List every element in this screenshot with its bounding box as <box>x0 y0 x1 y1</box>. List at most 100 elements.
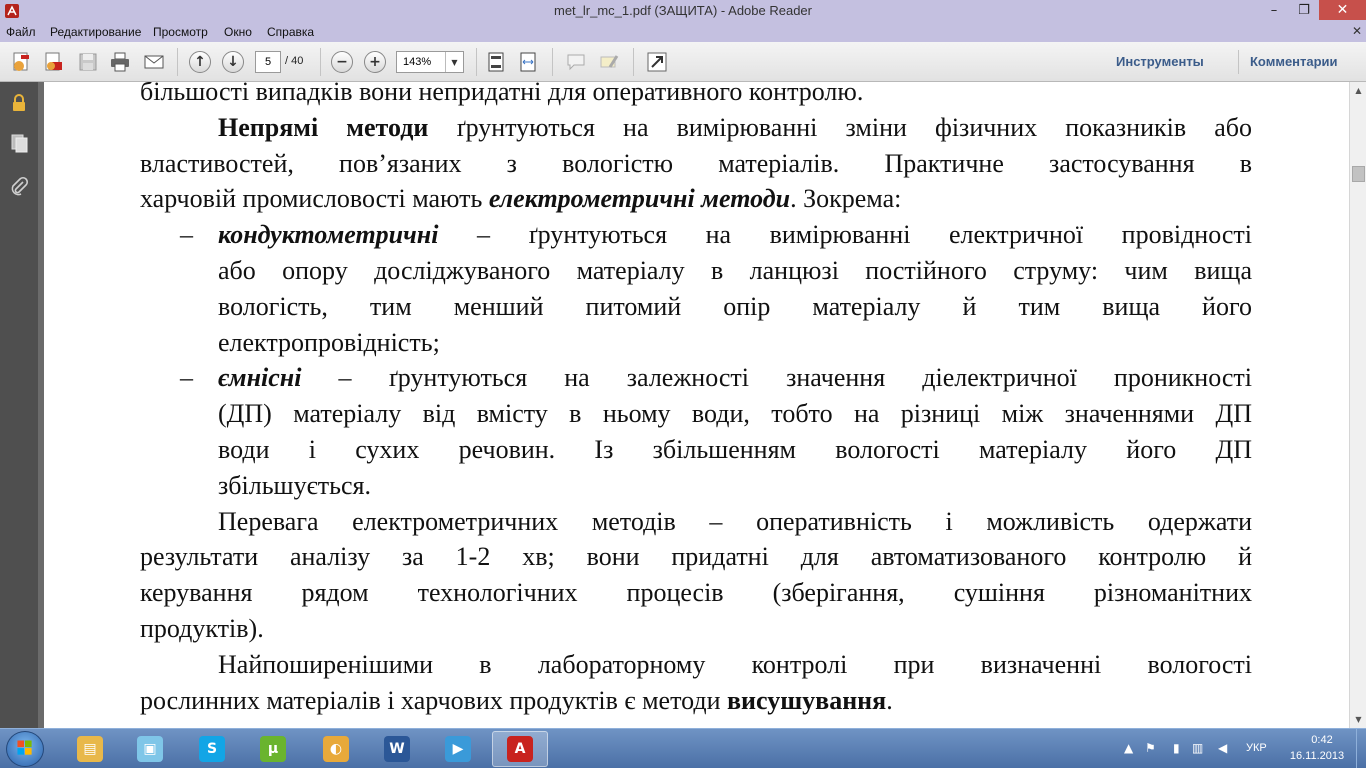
text-run: рослинних матеріалів і харчових продукті… <box>140 685 727 715</box>
word-icon: W <box>384 736 410 762</box>
input-language-indicator[interactable]: УКР <box>1246 742 1267 754</box>
page-number-input[interactable] <box>255 51 281 73</box>
title-bar: met_lr_mc_1.pdf (ЗАЩИТА) - Adobe Reader … <box>0 0 1366 22</box>
menu-window[interactable]: Окно <box>224 25 252 39</box>
text-run: харчовій промисловості мають <box>140 184 489 214</box>
save-icon <box>79 53 97 71</box>
text-run: властивостей, пов’язаних з вологістю мат… <box>140 148 1252 178</box>
media-app-icon: ◐ <box>323 736 349 762</box>
text-run: результати аналізу за 1-2 хв; вони прида… <box>140 542 1252 572</box>
volume-icon[interactable]: ◀ <box>1218 741 1227 755</box>
save-button[interactable] <box>76 50 100 74</box>
close-window-button[interactable]: ✕ <box>1319 0 1366 20</box>
text-run: Непрямі методи <box>218 112 429 142</box>
highlight-button[interactable] <box>597 50 621 74</box>
page-thumbnails-icon[interactable] <box>8 132 30 154</box>
previous-page-button[interactable]: ↑ <box>188 50 212 74</box>
text-run: – ґрунтуються на вимірюванні електричної… <box>438 220 1252 250</box>
sticky-note-button[interactable] <box>564 50 588 74</box>
vertical-scrollbar[interactable]: ▲ ▼ <box>1349 82 1366 728</box>
document-text-line: продуктів). <box>140 611 264 646</box>
menu-bar: Файл Редактирование Просмотр Окно Справк… <box>0 22 1366 42</box>
taskbar-app-skype[interactable]: S <box>184 731 240 767</box>
show-hidden-icons-icon[interactable]: ▲ <box>1124 741 1133 755</box>
clock-date[interactable]: 16.11.2013 <box>1288 750 1346 762</box>
navigation-pane <box>0 82 38 728</box>
email-button[interactable] <box>142 50 166 74</box>
document-text-line: рослинних матеріалів і харчових продукті… <box>140 683 893 718</box>
text-run: . Зокрема: <box>790 184 902 214</box>
create-pdf-icon <box>13 52 29 71</box>
taskbar-app-media-app[interactable]: ◐ <box>308 731 364 767</box>
toolbar-separator <box>1238 50 1239 74</box>
toolbar-separator <box>633 48 634 76</box>
toolbar-separator <box>476 48 477 76</box>
image-viewer-icon: ▣ <box>137 736 163 762</box>
toolbar-separator <box>320 48 321 76</box>
text-run: керування рядом технологічних процесів (… <box>140 578 1252 608</box>
taskbar-app-video-player[interactable]: ▶ <box>430 731 486 767</box>
fit-page-button[interactable] <box>484 50 508 74</box>
document-text-line: Непрямі методи ґрунтуються на вимірюванн… <box>218 110 1252 145</box>
battery-icon[interactable]: ▮ <box>1173 741 1180 755</box>
print-button[interactable] <box>108 50 132 74</box>
text-run: (ДП) матеріалу від вмісту в ньому води, … <box>218 399 1252 429</box>
windows-logo-icon <box>17 740 32 755</box>
maximize-button[interactable]: ❐ <box>1290 0 1318 20</box>
comment-icon <box>567 54 585 71</box>
adobe-reader-icon: A <box>507 736 533 762</box>
lock-icon[interactable] <box>8 92 30 114</box>
emphasis-text: електрометричні методи <box>488 184 791 214</box>
network-icon[interactable]: ▥ <box>1192 741 1203 755</box>
document-view[interactable]: більшості випадків вони непридатні для о… <box>44 82 1349 728</box>
text-run: продуктів). <box>140 614 264 643</box>
taskbar-app-utorrent[interactable]: µ <box>245 731 301 767</box>
envelope-icon <box>144 55 164 69</box>
taskbar-app-file-explorer[interactable]: ▤ <box>62 731 118 767</box>
clock-time[interactable]: 0:42 <box>1300 734 1344 746</box>
show-desktop-button[interactable] <box>1356 729 1366 768</box>
bullet-dash: – <box>180 363 193 393</box>
scroll-up-arrow-icon[interactable]: ▲ <box>1350 82 1366 99</box>
menu-file[interactable]: Файл <box>6 25 36 39</box>
taskbar-app-word[interactable]: W <box>369 731 425 767</box>
action-center-flag-icon[interactable]: ⚑ <box>1145 741 1156 755</box>
attachments-icon[interactable] <box>8 176 30 198</box>
text-run: вологість, тим менший питомий опір матер… <box>218 291 1252 321</box>
fit-width-button[interactable] <box>516 50 540 74</box>
taskbar-app-adobe-reader[interactable]: A <box>492 731 548 767</box>
full-screen-button[interactable] <box>645 50 669 74</box>
menu-help[interactable]: Справка <box>267 25 314 39</box>
scroll-down-arrow-icon[interactable]: ▼ <box>1350 711 1366 728</box>
create-pdf-button[interactable] <box>10 50 34 74</box>
highlighter-icon <box>600 55 619 68</box>
document-text-line: Найпоширенішими в лабораторному контролі… <box>218 647 1252 682</box>
text-run: електропровідність; <box>218 327 440 357</box>
zoom-in-button[interactable]: + <box>363 50 387 74</box>
text-run: кондуктометричні <box>218 220 438 249</box>
chevron-down-icon[interactable]: ▼ <box>445 52 463 72</box>
text-run: більшості випадків вони непридатні для о… <box>140 82 864 106</box>
close-document-button[interactable]: ✕ <box>1352 24 1362 38</box>
window-title: met_lr_mc_1.pdf (ЗАЩИТА) - Adobe Reader <box>553 3 812 18</box>
scroll-thumb[interactable] <box>1352 166 1365 182</box>
zoom-select[interactable]: 143% ▼ <box>396 51 464 73</box>
file-explorer-icon: ▤ <box>77 736 103 762</box>
comments-pane-button[interactable]: Комментарии <box>1250 54 1338 69</box>
menu-view[interactable]: Просмотр <box>153 25 208 39</box>
tools-pane-button[interactable]: Инструменты <box>1116 54 1204 69</box>
document-text-line: результати аналізу за 1-2 хв; вони прида… <box>140 539 1252 574</box>
start-button[interactable] <box>6 731 44 767</box>
convert-pdf-icon <box>45 52 62 71</box>
document-text-line: керування рядом технологічних процесів (… <box>140 575 1252 610</box>
utorrent-icon: µ <box>260 736 286 762</box>
convert-button[interactable] <box>42 50 66 74</box>
zoom-out-button[interactable]: − <box>330 50 354 74</box>
menu-edit[interactable]: Редактирование <box>50 25 141 39</box>
minimize-button[interactable]: – <box>1259 0 1289 20</box>
text-run: електрометричні методи <box>489 184 790 213</box>
minus-icon: − <box>331 51 353 73</box>
document-text-line: ємнісні – ґрунтуються на залежності знач… <box>218 360 1252 395</box>
next-page-button[interactable]: ↓ <box>221 50 245 74</box>
taskbar-app-image-viewer[interactable]: ▣ <box>122 731 178 767</box>
